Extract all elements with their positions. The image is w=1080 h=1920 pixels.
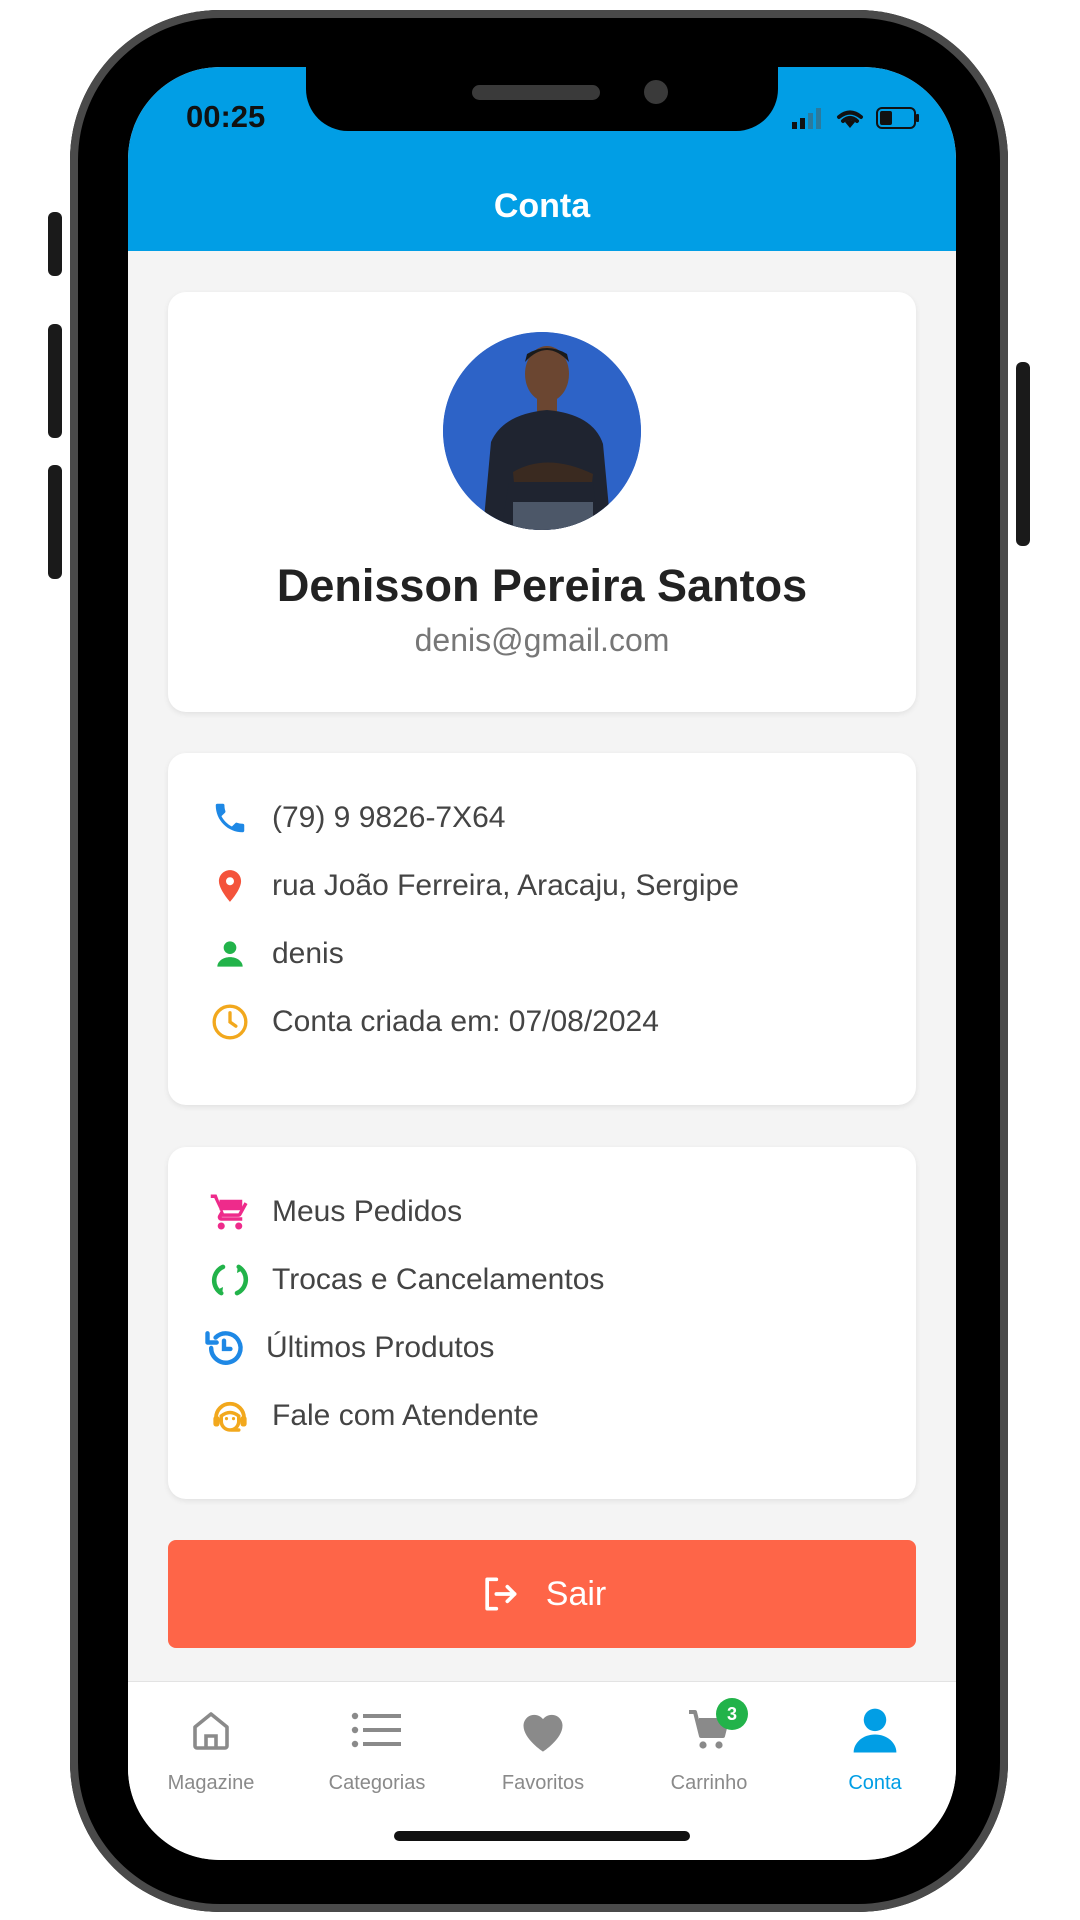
info-row-created: Conta criada em: 07/08/2024 (208, 997, 659, 1047)
profile-name: Denisson Pereira Santos (276, 560, 808, 611)
silent-switch (48, 212, 62, 276)
tab-carrinho-label: Carrinho (670, 1772, 748, 1794)
cart-icon (208, 1190, 252, 1234)
bottom-tab-bar: Magazine Categorias Favoritos 3 Carrinho (128, 1681, 956, 1860)
logout-button[interactable]: Sair (168, 1540, 916, 1648)
speaker (472, 85, 600, 100)
volume-down-button (48, 465, 62, 579)
home-indicator (394, 1831, 690, 1841)
cart-badge: 3 (716, 1698, 748, 1730)
menu-item-support[interactable]: Fale com Atendente (208, 1391, 539, 1441)
avatar[interactable] (443, 332, 641, 530)
front-camera (644, 80, 668, 104)
power-button (1016, 362, 1030, 546)
battery-icon (876, 107, 919, 129)
status-time: 00:25 (186, 99, 266, 134)
user-icon (792, 1700, 956, 1760)
status-icons (792, 103, 920, 133)
phone-icon (208, 796, 252, 840)
location-pin-icon (208, 864, 252, 908)
menu-item-recent[interactable]: Últimos Produtos (202, 1323, 494, 1373)
history-icon (202, 1326, 246, 1370)
tab-categorias[interactable]: Categorias (294, 1700, 460, 1795)
menu-item-orders[interactable]: Meus Pedidos (208, 1187, 462, 1237)
tab-conta[interactable]: Conta (792, 1700, 956, 1795)
menu-item-returns[interactable]: Trocas e Cancelamentos (208, 1255, 604, 1305)
info-row-phone: (79) 9 9826-7X64 (208, 793, 506, 843)
address-text: rua João Ferreira, Aracaju, Sergipe (272, 869, 739, 902)
volume-up-button (48, 324, 62, 438)
support-agent-icon (208, 1394, 252, 1438)
info-row-username: denis (208, 929, 344, 979)
person-icon (208, 932, 252, 976)
logout-icon (485, 1577, 517, 1611)
tab-conta-label: Conta (848, 1772, 902, 1794)
notch (306, 67, 778, 131)
list-icon (294, 1700, 460, 1760)
info-card: (79) 9 9826-7X64 rua João Ferreira, Arac… (168, 753, 916, 1105)
tab-magazine-label: Magazine (167, 1772, 255, 1794)
created-text: Conta criada em: 07/08/2024 (272, 1005, 659, 1038)
app-screen: 00:25 Conta Denisson Pereira Santos deni… (128, 67, 956, 1860)
heart-icon (460, 1700, 626, 1760)
username-text: denis (272, 937, 344, 970)
orders-label: Meus Pedidos (272, 1195, 463, 1228)
logout-label: Sair (545, 1574, 607, 1613)
clock-icon (208, 1000, 252, 1044)
info-row-address: rua João Ferreira, Aracaju, Sergipe (208, 861, 739, 911)
app-header: 00:25 Conta (128, 67, 956, 251)
refresh-icon (208, 1258, 252, 1302)
phone-text: (79) 9 9826-7X64 (272, 801, 506, 834)
home-icon (128, 1700, 294, 1760)
tab-categorias-label: Categorias (328, 1772, 426, 1794)
signal-icon (792, 108, 821, 129)
tab-carrinho[interactable]: 3 Carrinho (626, 1698, 792, 1795)
tab-magazine[interactable]: Magazine (128, 1700, 294, 1795)
profile-card: Denisson Pereira Santos denis@gmail.com (168, 292, 916, 712)
menu-card: Meus Pedidos Trocas e Cancelamentos Últi… (168, 1147, 916, 1499)
tab-favoritos-label: Favoritos (501, 1772, 585, 1794)
returns-label: Trocas e Cancelamentos (272, 1263, 605, 1296)
support-label: Fale com Atendente (272, 1399, 539, 1432)
page-title: Conta (493, 187, 591, 225)
tab-favoritos[interactable]: Favoritos (460, 1700, 626, 1795)
cart-icon (626, 1700, 792, 1760)
profile-email: denis@gmail.com (414, 622, 670, 658)
wifi-icon (837, 110, 863, 128)
recent-label: Últimos Produtos (266, 1331, 495, 1364)
